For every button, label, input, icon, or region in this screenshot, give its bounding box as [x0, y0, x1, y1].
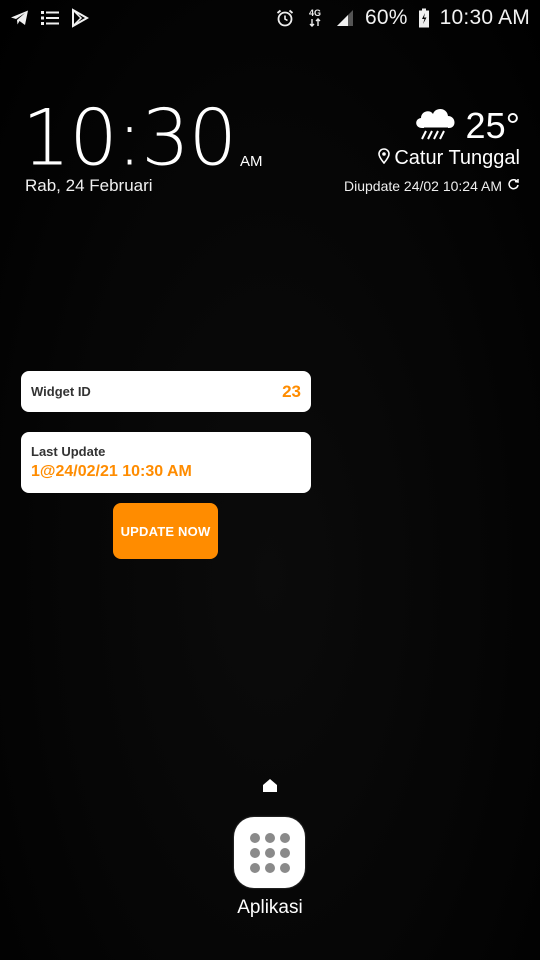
widget-id-value: 23 [282, 381, 301, 401]
clock-ampm: AM [240, 153, 263, 170]
notification-icons [10, 8, 90, 28]
weather-temperature: 25° [465, 104, 520, 146]
weather-update-row[interactable]: Diupdate 24/02 10:24 AM [344, 178, 520, 194]
last-update-value: 1@24/02/21 10:30 AM [31, 463, 192, 480]
weather-location: Catur Tunggal [394, 147, 520, 169]
status-time: 10:30 AM [439, 6, 530, 29]
status-bar[interactable]: 4G 60% 10:30 AM [0, 0, 540, 36]
apps-drawer-button[interactable] [234, 817, 305, 888]
clock-time: 10:30 [22, 92, 237, 183]
battery-percent: 60% [365, 6, 408, 29]
clock-date: Rab, 24 Februari [25, 176, 153, 195]
home-page-indicator-icon[interactable] [261, 776, 279, 794]
system-icons: 4G 60% 10:30 AM [275, 6, 530, 30]
update-now-button[interactable]: UPDATE NOW [113, 503, 218, 559]
telegram-icon [10, 8, 30, 28]
list-icon [40, 8, 60, 28]
location-pin-icon [378, 147, 391, 170]
last-update-label: Last Update [31, 444, 106, 459]
weather-widget[interactable]: 25° Catur Tunggal Diupdate 24/02 10:24 A… [344, 104, 520, 195]
signal-icon [335, 8, 355, 28]
widget-id-label: Widget ID [31, 384, 91, 399]
play-store-icon [70, 8, 90, 28]
refresh-icon[interactable] [507, 178, 520, 194]
clock-widget[interactable]: 10:30 AM Rab, 24 Februari [22, 92, 263, 195]
network-4g-icon: 4G [305, 8, 325, 28]
weather-updated-text: Diupdate 24/02 10:24 AM [343, 178, 502, 194]
apps-drawer-label[interactable]: Aplikasi [200, 897, 340, 919]
rain-cloud-icon [412, 104, 458, 147]
battery-icon [418, 8, 430, 28]
apps-grid-icon [249, 832, 290, 873]
weather-location-row: Catur Tunggal [344, 147, 520, 170]
weather-main: 25° [344, 104, 520, 147]
alarm-icon [275, 8, 295, 28]
widget-id-card: Widget ID 23 [21, 371, 311, 412]
network-type-label: 4G [309, 8, 322, 18]
last-update-card: Last Update 1@24/02/21 10:30 AM [21, 432, 311, 493]
